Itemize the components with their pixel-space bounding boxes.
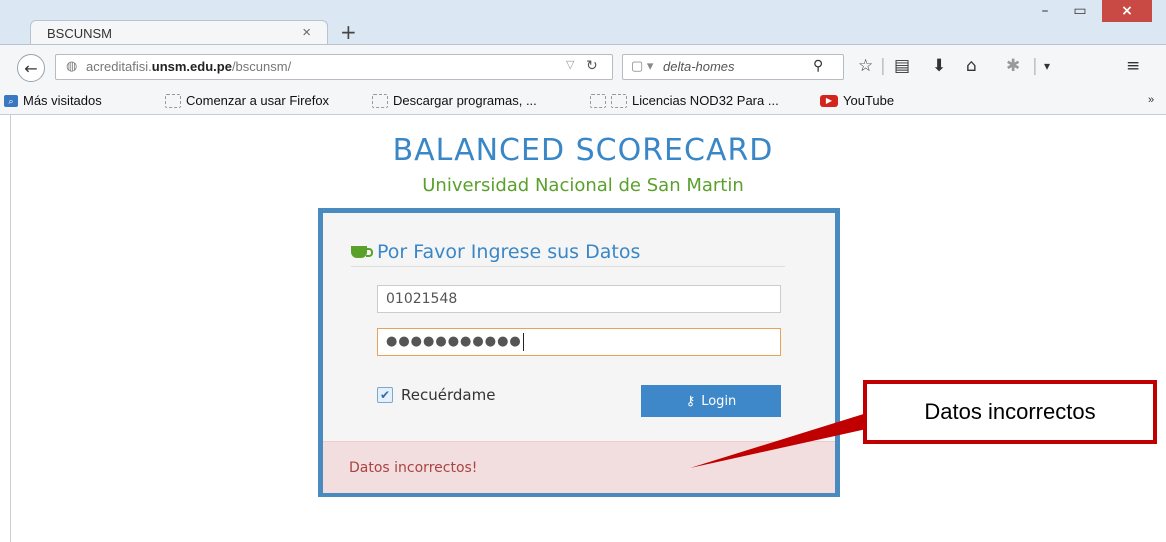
bookmarks-menu-icon[interactable]: ▤: [894, 56, 910, 76]
bookmark-nod32[interactable]: Licencias NOD32 Para ...: [590, 93, 779, 108]
home-icon[interactable]: ⌂: [966, 56, 977, 76]
callout-text: Datos incorrectos: [924, 399, 1096, 424]
bookmark-star-icon[interactable]: ☆: [858, 56, 873, 76]
remember-me-checkbox[interactable]: ✔: [377, 387, 393, 403]
page-title: BALANCED SCORECARD: [392, 133, 774, 168]
bookmark-download-programs[interactable]: Descargar programas, ...: [372, 93, 537, 108]
toolbar-divider-2: |: [1032, 56, 1038, 76]
url-text[interactable]: acreditafisi.unsm.edu.pe/bscunsm/: [86, 59, 291, 74]
bookmark-youtube[interactable]: ▶ YouTube: [820, 93, 894, 108]
login-panel: Por Favor Ingrese sus Datos 01021548 ●●●…: [318, 208, 840, 497]
window-left-edge: [10, 114, 11, 542]
title-bar: – ▭ × BSCUNSM × +: [0, 0, 1166, 47]
page-icon: [165, 93, 181, 108]
password-input[interactable]: ●●●●●●●●●●●: [377, 328, 781, 356]
key-icon: ⚷: [685, 393, 696, 409]
navigation-bar: ← ◍ acreditafisi.unsm.edu.pe/bscunsm/ ▽ …: [0, 44, 1166, 89]
url-bar[interactable]: ◍ acreditafisi.unsm.edu.pe/bscunsm/ ▽ ↻: [55, 54, 613, 80]
youtube-icon: ▶: [820, 94, 838, 107]
panel-heading-text: Por Favor Ingrese sus Datos: [377, 241, 641, 263]
back-button[interactable]: ←: [17, 54, 45, 82]
addon-dropdown-icon[interactable]: ▾: [1044, 59, 1050, 73]
bookmark-most-visited[interactable]: ⌕ Más visitados: [4, 93, 102, 108]
remember-me-option[interactable]: ✔ Recuérdame: [377, 386, 495, 404]
remember-me-label: Recuérdame: [401, 386, 496, 404]
addon-icon[interactable]: ✱: [1006, 56, 1020, 76]
page-icon: [611, 93, 627, 108]
menu-icon[interactable]: ≡: [1126, 56, 1140, 76]
username-input[interactable]: 01021548: [377, 285, 781, 313]
annotation-callout: Datos incorrectos: [863, 380, 1157, 444]
coffee-cup-icon: [351, 246, 373, 258]
login-button-label: Login: [701, 393, 737, 409]
most-visited-icon: ⌕: [4, 94, 18, 107]
page-icon: [590, 93, 606, 108]
page-subtitle: Universidad Nacional de San Martin: [422, 175, 744, 196]
search-bar[interactable]: ▢ ▾ delta-homes ⚲: [622, 54, 844, 80]
more-bookmarks-button[interactable]: »: [1148, 94, 1154, 106]
login-button[interactable]: ⚷ Login: [641, 385, 781, 417]
search-icon[interactable]: ⚲: [813, 57, 823, 74]
browser-tab[interactable]: BSCUNSM ×: [30, 20, 328, 47]
bookmark-getting-started[interactable]: Comenzar a usar Firefox: [165, 93, 329, 108]
tab-close-icon[interactable]: ×: [302, 24, 311, 41]
maximize-button[interactable]: ▭: [1062, 0, 1098, 22]
back-arrow-icon: ←: [24, 58, 38, 78]
minimize-button[interactable]: –: [1030, 0, 1060, 22]
panel-heading: Por Favor Ingrese sus Datos: [351, 238, 785, 267]
download-icon[interactable]: ⬇: [932, 56, 946, 76]
error-message: Datos incorrectos!: [349, 460, 478, 476]
tab-title: BSCUNSM: [47, 26, 113, 41]
error-alert: Datos incorrectos!: [323, 441, 835, 493]
new-tab-button[interactable]: +: [340, 22, 357, 42]
close-window-button[interactable]: ×: [1102, 0, 1152, 22]
text-caret: [522, 332, 524, 351]
toolbar-divider: |: [880, 56, 886, 76]
url-dropdown-icon[interactable]: ▽: [566, 58, 574, 71]
page-icon: [372, 93, 388, 108]
reload-icon[interactable]: ↻: [586, 57, 598, 74]
globe-icon: ◍: [66, 58, 78, 73]
bookmarks-toolbar: ⌕ Más visitados Comenzar a usar Firefox …: [0, 88, 1166, 115]
search-input[interactable]: delta-homes: [663, 59, 735, 74]
search-engine-icon[interactable]: ▢ ▾: [631, 58, 653, 74]
